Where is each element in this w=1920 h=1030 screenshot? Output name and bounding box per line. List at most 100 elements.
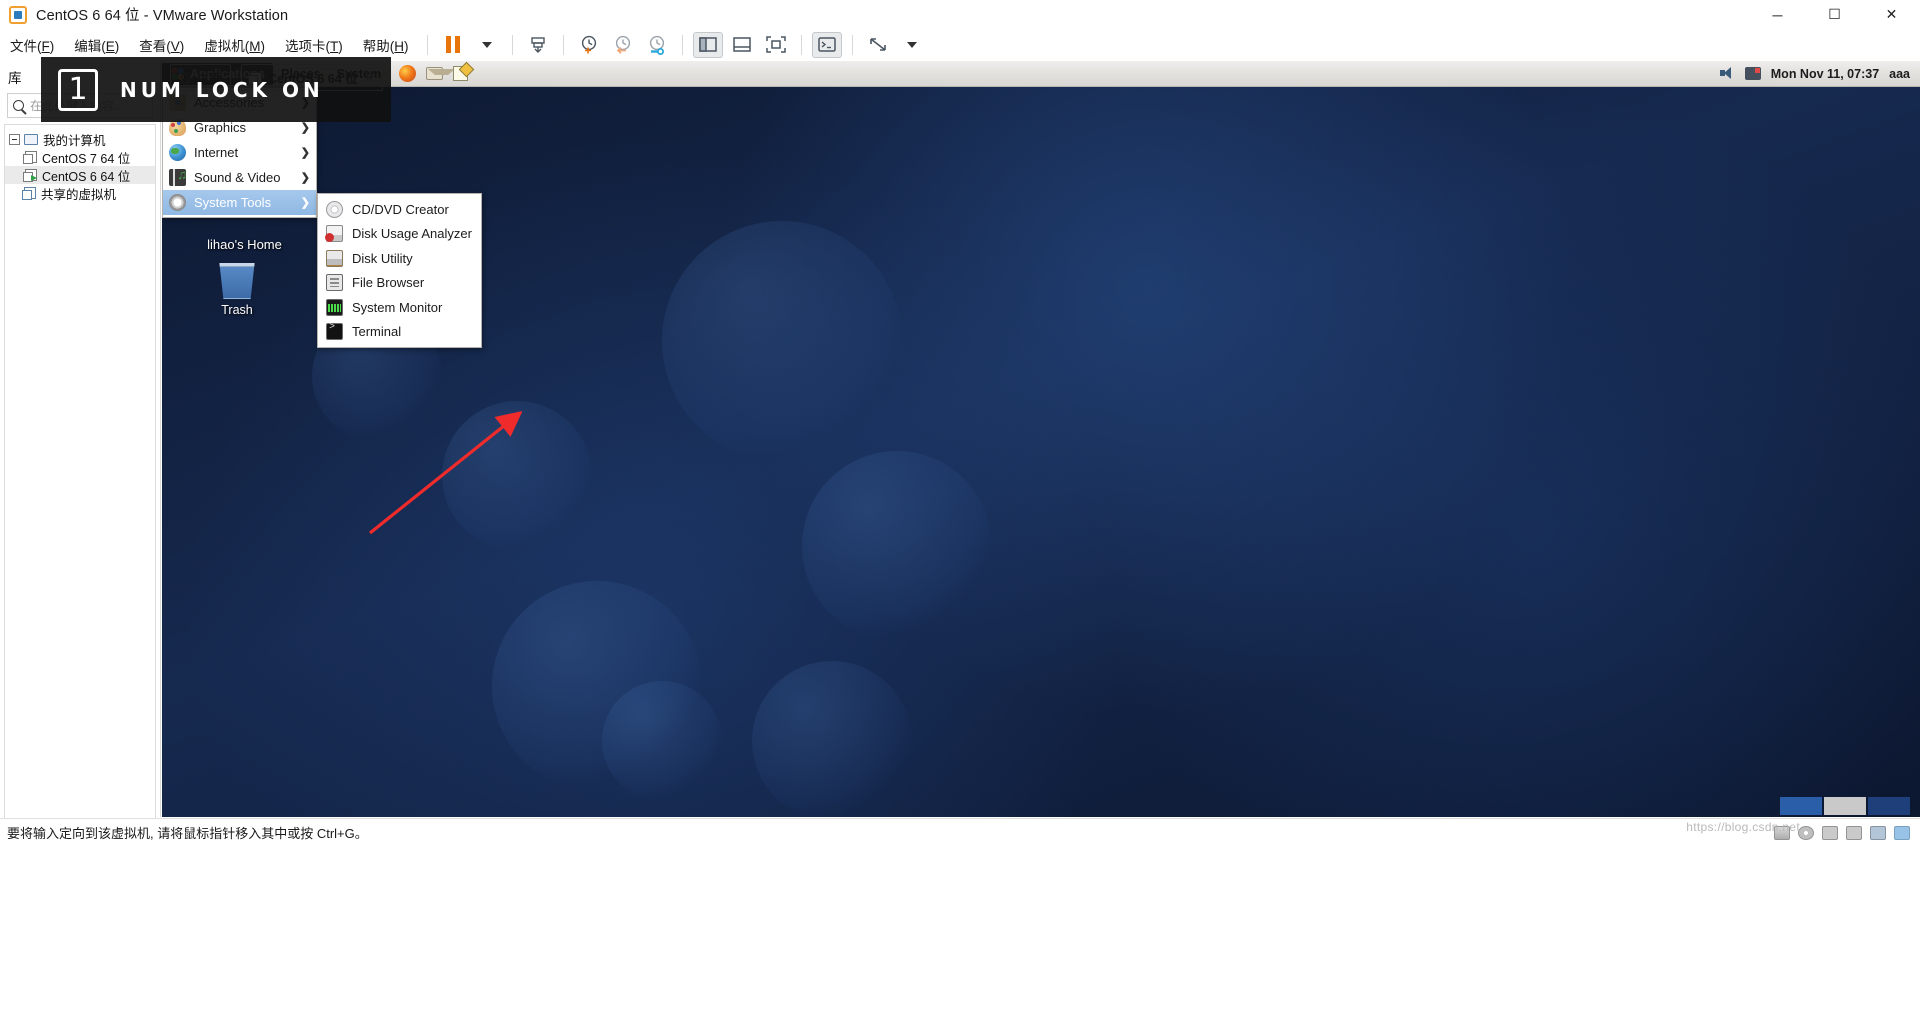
- submenu-item-label: Disk Usage Analyzer: [352, 226, 472, 242]
- fullscreen-icon[interactable]: [761, 32, 791, 58]
- unity-icon[interactable]: [863, 32, 893, 58]
- sound-icon[interactable]: [1846, 825, 1862, 840]
- clock[interactable]: Mon Nov 11, 07:37: [1771, 67, 1879, 81]
- submenu-item-system-monitor[interactable]: System Monitor: [318, 295, 481, 320]
- tree-item-label: CentOS 6 64 位: [42, 169, 131, 184]
- system-tools-submenu: CD/DVD Creator Disk Usage Analyzer Disk …: [317, 193, 482, 348]
- cd-dvd-creator-icon: [326, 200, 343, 218]
- vmware-workstation-window: CentOS 6 64 位 - VMware Workstation ─ ☐ ✕…: [0, 0, 1920, 1030]
- submenu-item-label: Terminal: [352, 324, 402, 340]
- status-message: 要将输入定向到该虚拟机, 请将鼠标指针移入其中或按 Ctrl+G。: [7, 826, 368, 841]
- menu-item-system-tools[interactable]: System Tools ❯: [163, 190, 316, 215]
- desktop-icon-home-label[interactable]: lihao's Home: [172, 237, 317, 252]
- vmware-icon: [9, 5, 27, 24]
- minimize-button[interactable]: ─: [1749, 0, 1806, 29]
- vm-running-icon: [23, 169, 37, 182]
- email-icon[interactable]: [426, 67, 456, 80]
- tree-item-label: 我的计算机: [43, 133, 106, 148]
- numlock-overlay: 1 NUM LOCK ON: [41, 57, 391, 122]
- watermark: https://blog.csdn.net: [1686, 820, 1800, 834]
- tree-item-centos7[interactable]: CentOS 7 64 位: [5, 148, 155, 166]
- menu-item-internet[interactable]: Internet ❯: [163, 140, 316, 165]
- submenu-item-file-browser[interactable]: File Browser: [318, 271, 481, 296]
- chevron-right-icon: ❯: [300, 197, 310, 209]
- file-browser-icon: [326, 274, 343, 292]
- snapshot-new-icon[interactable]: [574, 32, 604, 58]
- menu-vm[interactable]: 虚拟机(M): [194, 31, 275, 59]
- console-icon[interactable]: [811, 31, 842, 58]
- snapshot-revert-icon[interactable]: [608, 32, 638, 58]
- library-tree: 我的计算机 CentOS 7 64 位 CentOS 6 64 位 共享的虚拟机: [4, 124, 156, 824]
- tree-item-shared-vms[interactable]: 共享的虚拟机: [5, 184, 155, 202]
- submenu-item-disk-utility[interactable]: Disk Utility: [318, 246, 481, 271]
- tree-item-my-computer[interactable]: 我的计算机: [5, 130, 155, 148]
- wallpaper-bubble: [752, 661, 912, 817]
- toolbar-divider-3: [562, 34, 564, 55]
- menu-item-label: Sound & Video: [194, 170, 281, 185]
- tree-item-centos6[interactable]: CentOS 6 64 位: [5, 166, 155, 184]
- window-controls: ─ ☐ ✕: [1749, 0, 1920, 29]
- vm-icon: [23, 151, 37, 164]
- firefox-icon[interactable]: [399, 65, 417, 82]
- thumbnail-vm-1[interactable]: [1780, 797, 1822, 815]
- menu-edit[interactable]: 编辑(E): [64, 31, 129, 59]
- gnome-panel-right: Mon Nov 11, 07:37 aaa: [1719, 67, 1920, 81]
- notes-icon[interactable]: [453, 66, 469, 81]
- submenu-item-terminal[interactable]: Terminal: [318, 320, 481, 345]
- menu-file[interactable]: 文件(F): [0, 31, 64, 59]
- usb-icon[interactable]: [1822, 825, 1838, 840]
- toolbar-divider-4: [681, 34, 683, 55]
- network-icon[interactable]: [1744, 67, 1761, 80]
- vm-display[interactable]: Applications Places System Mon Nov 11, 0…: [162, 61, 1920, 817]
- show-thumbnail-bar-icon[interactable]: [727, 32, 757, 58]
- unity-chevron-down-icon[interactable]: [897, 32, 927, 58]
- wallpaper-bubble: [602, 681, 722, 801]
- menu-view[interactable]: 查看(V): [129, 31, 194, 59]
- thumbnail-vm-3[interactable]: [1868, 797, 1910, 815]
- menu-tabs[interactable]: 选项卡(T): [275, 31, 353, 59]
- volume-icon[interactable]: [1719, 67, 1735, 80]
- menu-item-sound-video[interactable]: Sound & Video ❯: [163, 165, 316, 190]
- thumbnail-vm-2[interactable]: [1824, 797, 1866, 815]
- menu-help[interactable]: 帮助(H): [353, 31, 419, 59]
- submenu-item-label: CD/DVD Creator: [352, 201, 449, 217]
- submenu-item-label: System Monitor: [352, 299, 443, 315]
- terminal-icon: [326, 322, 343, 341]
- wallpaper-bubble: [662, 221, 902, 461]
- submenu-item-label: File Browser: [352, 275, 425, 291]
- tree-item-label: 共享的虚拟机: [41, 187, 117, 202]
- desktop-icon-trash[interactable]: Trash: [192, 263, 282, 317]
- toolbar-divider-6: [851, 34, 853, 55]
- snapshot-take-icon[interactable]: [523, 32, 553, 58]
- shared-vms-icon: [22, 187, 36, 200]
- show-library-icon[interactable]: [692, 31, 723, 58]
- gnome-top-panel: Applications Places System Mon Nov 11, 0…: [162, 61, 1920, 87]
- pause-icon[interactable]: [438, 32, 468, 58]
- display-icon[interactable]: [1894, 825, 1910, 840]
- user-menu[interactable]: aaa: [1889, 67, 1910, 81]
- numlock-digit: 1: [58, 68, 98, 111]
- toolbar-divider: [426, 34, 428, 55]
- submenu-item-disk-usage-analyzer[interactable]: Disk Usage Analyzer: [318, 222, 481, 247]
- close-button[interactable]: ✕: [1863, 0, 1920, 29]
- maximize-button[interactable]: ☐: [1806, 0, 1863, 29]
- expander-icon[interactable]: [9, 133, 20, 145]
- window-title: CentOS 6 64 位 - VMware Workstation: [36, 8, 289, 24]
- thumbnail-strip: [1760, 795, 1920, 817]
- wallpaper-bubble: [802, 451, 992, 641]
- snapshot-manager-icon[interactable]: [642, 32, 672, 58]
- menu-item-label: System Tools: [194, 195, 272, 210]
- cd-drive-icon[interactable]: [1798, 825, 1814, 840]
- submenu-item-cd-dvd-creator[interactable]: CD/DVD Creator: [318, 197, 481, 222]
- chevron-down-icon[interactable]: [472, 32, 502, 58]
- library-panel: 库 在此处键入内容... 我的计算机 CentOS 7 64 位 CentOS …: [0, 61, 161, 824]
- menu-item-label: Graphics: [194, 120, 247, 135]
- menu-item-label: Internet: [194, 145, 239, 160]
- chevron-right-icon: ❯: [300, 172, 310, 184]
- printer-icon[interactable]: [1870, 825, 1886, 840]
- chevron-right-icon: ❯: [300, 122, 310, 134]
- numlock-text: NUM LOCK ON: [120, 77, 324, 102]
- internet-icon: [169, 144, 186, 161]
- wallpaper-bubble: [442, 401, 592, 551]
- sound-video-icon: [169, 167, 187, 186]
